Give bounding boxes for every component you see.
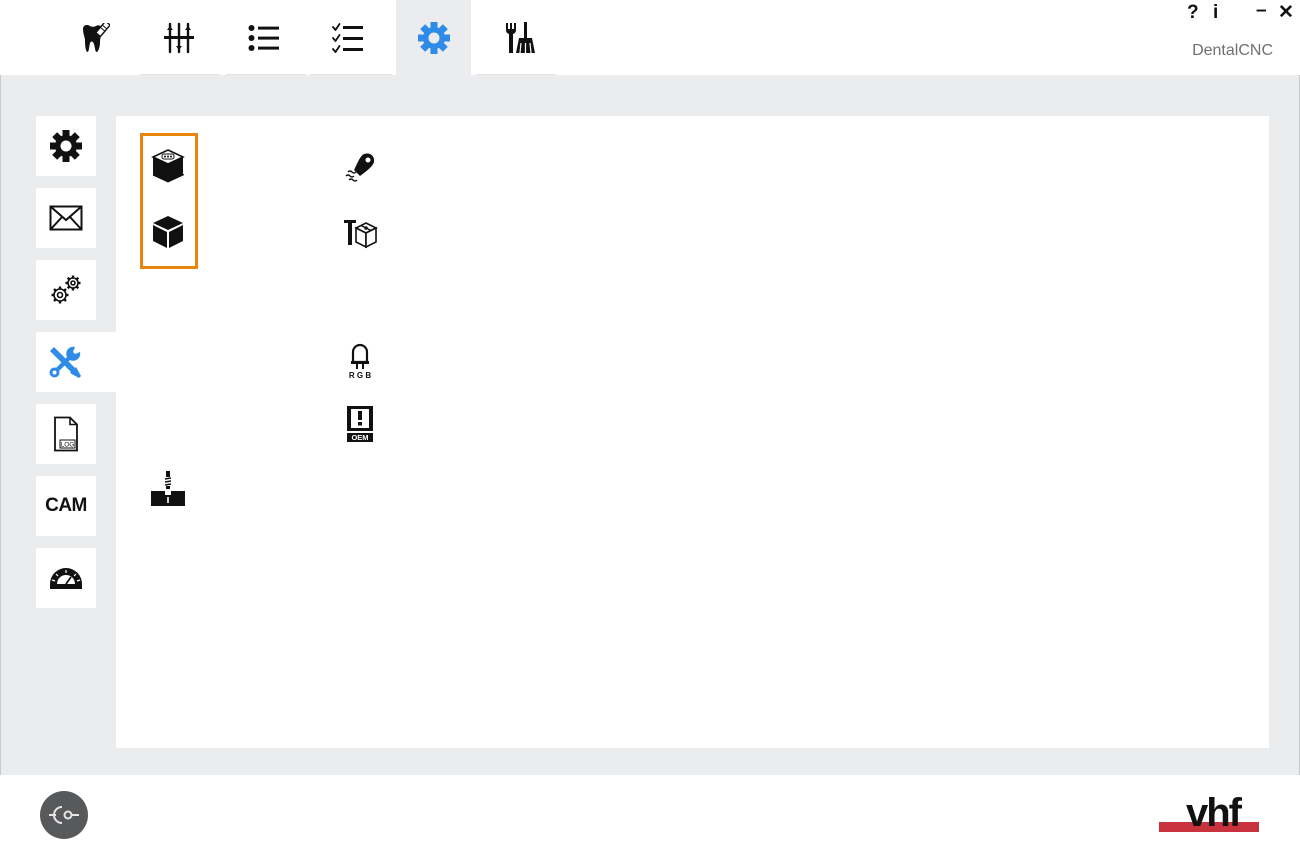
sidebar-item-machine-settings[interactable] (36, 260, 96, 320)
cube-button[interactable] (148, 212, 188, 252)
tab-underline (226, 74, 306, 75)
gear-icon (50, 130, 82, 162)
help-button[interactable]: ? (1187, 3, 1199, 23)
service-panel (116, 116, 1269, 748)
plug-connection-icon (49, 806, 79, 824)
spindle-tag-button[interactable] (340, 148, 380, 188)
checklist-icon (331, 22, 363, 53)
tool-box-icon (344, 220, 378, 249)
backup-cube-button[interactable] (148, 146, 188, 186)
envelope-icon (49, 205, 83, 231)
tools-broom-icon (505, 21, 535, 53)
logo-text: vhf (1186, 791, 1243, 834)
protractor-icon (50, 568, 82, 589)
tag-icon (345, 153, 375, 182)
minimize-button[interactable]: – (1256, 1, 1267, 21)
rgb-label: R G B (349, 371, 371, 380)
sidebar-item-service[interactable] (36, 332, 116, 392)
tool-package-button[interactable] (340, 213, 380, 253)
sidebar-item-cam[interactable]: CAM (36, 476, 96, 536)
tab-sliders[interactable] (141, 0, 216, 75)
cam-icon: CAM (45, 495, 87, 516)
list-icon (248, 24, 279, 51)
gear-icon (417, 21, 450, 54)
app-title: DentalCNC (1192, 42, 1273, 59)
rgb-led-button[interactable]: R G B (340, 338, 380, 382)
vhf-logo-graphic: vhf (1159, 791, 1259, 835)
gears-icon (51, 275, 81, 304)
tab-list[interactable] (226, 0, 301, 75)
oem-icon: OEM (347, 406, 373, 442)
tab-underline (476, 74, 556, 75)
tab-underline (310, 74, 392, 75)
log-label: LOG (61, 442, 75, 449)
sidebar-item-log[interactable]: LOG (36, 404, 96, 464)
close-button[interactable]: ✕ (1278, 3, 1294, 23)
connection-button[interactable] (40, 791, 88, 839)
info-button[interactable]: i (1213, 3, 1218, 23)
top-toolbar: ? i – ✕ DentalCNC (0, 0, 1300, 75)
led-icon: R G B (349, 343, 371, 380)
tooth-icon (82, 22, 110, 52)
vhf-logo: vhf (1158, 786, 1260, 835)
cube-backup-icon (151, 149, 185, 183)
tab-underline (140, 74, 220, 75)
sidebar-item-calibration[interactable] (36, 548, 96, 608)
sliders-icon (163, 22, 194, 53)
tab-settings[interactable] (396, 0, 471, 75)
oem-button[interactable]: OEM (340, 403, 380, 443)
tab-checklist[interactable] (310, 0, 385, 75)
oem-label: OEM (351, 433, 368, 442)
status-bar (0, 775, 1300, 850)
log-file-icon: LOG (54, 416, 78, 452)
milling-tool-icon (151, 471, 185, 506)
wrench-screwdriver-icon (49, 346, 81, 378)
tab-tooth[interactable] (57, 0, 132, 75)
cube-icon (153, 216, 183, 248)
sidebar-item-general-settings[interactable] (36, 116, 96, 176)
sidebar-item-messages[interactable] (36, 188, 96, 248)
tab-maintenance[interactable] (481, 0, 556, 75)
tool-measure-button[interactable] (148, 468, 188, 508)
